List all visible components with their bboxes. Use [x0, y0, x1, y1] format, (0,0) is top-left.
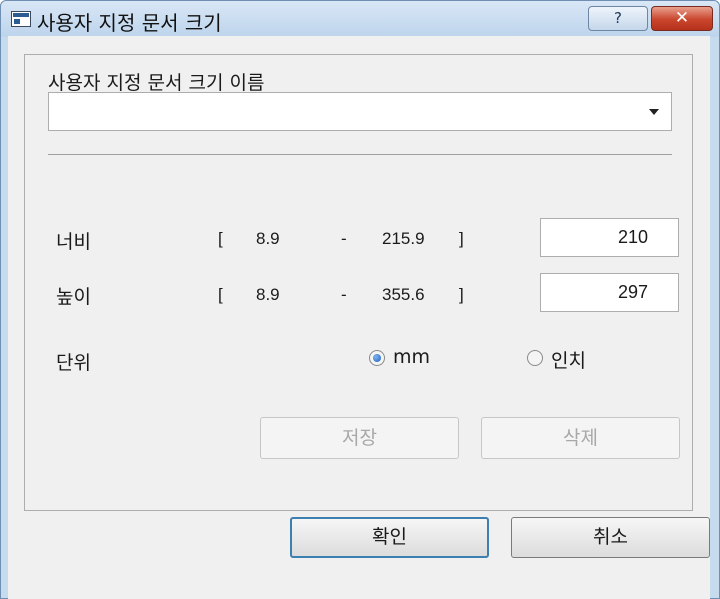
- width-range-dash: -: [341, 229, 347, 248]
- window-icon: [11, 11, 31, 27]
- divider: [48, 154, 672, 155]
- help-button[interactable]: ?: [588, 6, 648, 31]
- height-max: 355.6: [382, 285, 425, 304]
- close-button[interactable]: ✕: [651, 6, 713, 31]
- window-title: 사용자 지정 문서 크기: [37, 11, 222, 35]
- paper-name-label: 사용자 지정 문서 크기 이름: [48, 72, 265, 94]
- height-range-close: ]: [459, 285, 464, 304]
- cancel-button[interactable]: 취소: [511, 517, 710, 558]
- radio-selected-dot: [373, 354, 381, 362]
- save-button[interactable]: 저장: [260, 417, 459, 459]
- height-range-open: [: [218, 285, 223, 304]
- ok-button[interactable]: 확인: [290, 517, 489, 558]
- height-range-dash: -: [341, 285, 347, 304]
- title-bar[interactable]: 사용자 지정 문서 크기 ? ✕: [1, 1, 719, 37]
- unit-inch-label[interactable]: 인치: [551, 346, 586, 373]
- height-label: 높이: [56, 286, 91, 308]
- unit-mm-label[interactable]: mm: [393, 346, 430, 368]
- height-input[interactable]: 297: [540, 273, 679, 312]
- width-min: 8.9: [256, 229, 280, 248]
- width-max: 215.9: [382, 229, 425, 248]
- paper-name-combobox[interactable]: [48, 92, 672, 131]
- width-range-close: ]: [459, 229, 464, 248]
- height-min: 8.9: [256, 285, 280, 304]
- delete-button[interactable]: 삭제: [481, 417, 680, 459]
- width-range-open: [: [218, 229, 223, 248]
- width-input[interactable]: 210: [540, 218, 679, 257]
- width-label: 너비: [56, 231, 91, 253]
- chevron-down-icon[interactable]: [649, 109, 659, 115]
- unit-label: 단위: [56, 352, 91, 374]
- unit-inch-radio[interactable]: [527, 350, 543, 366]
- unit-mm-radio[interactable]: [369, 350, 385, 366]
